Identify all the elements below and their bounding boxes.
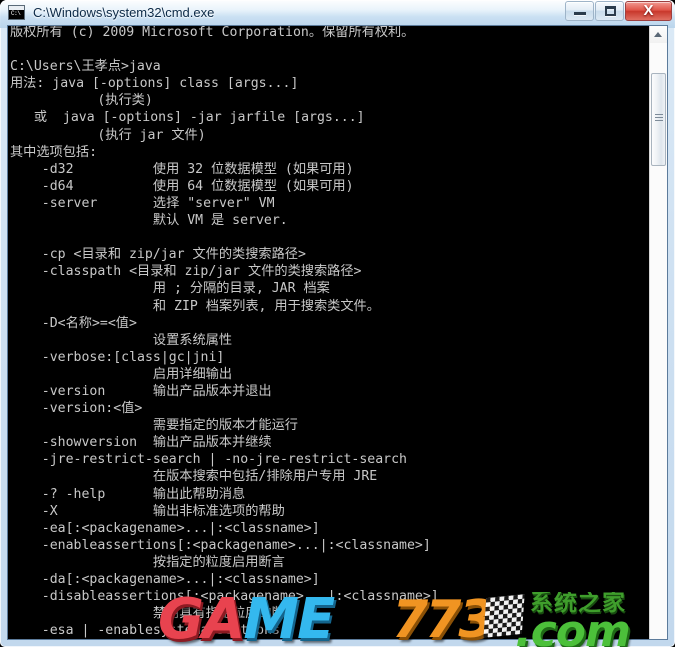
chevron-up-icon: [654, 32, 662, 37]
console-output-text: 版权所有 (c) 2009 Microsoft Corporation。保留所有…: [10, 26, 439, 639]
vertical-scrollbar[interactable]: [649, 26, 667, 639]
scroll-up-arrow-button[interactable]: [650, 26, 667, 43]
cmd-console-icon: C:\: [8, 5, 25, 20]
scrollbar-track[interactable]: [650, 43, 667, 639]
minimize-icon: [574, 12, 586, 15]
window-title: C:\Windows\system32\cmd.exe: [33, 5, 215, 20]
maximize-icon: [605, 6, 616, 16]
caption-buttons: X: [564, 1, 672, 22]
cmd-window: C:\ C:\Windows\system32\cmd.exe X 版权所有 (…: [0, 0, 675, 647]
console-client-area: 版权所有 (c) 2009 Microsoft Corporation。保留所有…: [8, 26, 667, 639]
titlebar[interactable]: C:\ C:\Windows\system32\cmd.exe X: [0, 0, 675, 26]
close-button[interactable]: X: [625, 1, 672, 21]
close-icon: X: [643, 2, 654, 19]
scrollbar-thumb-grip-icon: [655, 114, 663, 121]
cmd-icon-prompt-text: C:\: [11, 10, 21, 17]
maximize-button[interactable]: [595, 1, 624, 21]
minimize-button[interactable]: [565, 1, 594, 21]
console-surface[interactable]: 版权所有 (c) 2009 Microsoft Corporation。保留所有…: [8, 26, 649, 639]
scrollbar-thumb[interactable]: [651, 73, 666, 166]
